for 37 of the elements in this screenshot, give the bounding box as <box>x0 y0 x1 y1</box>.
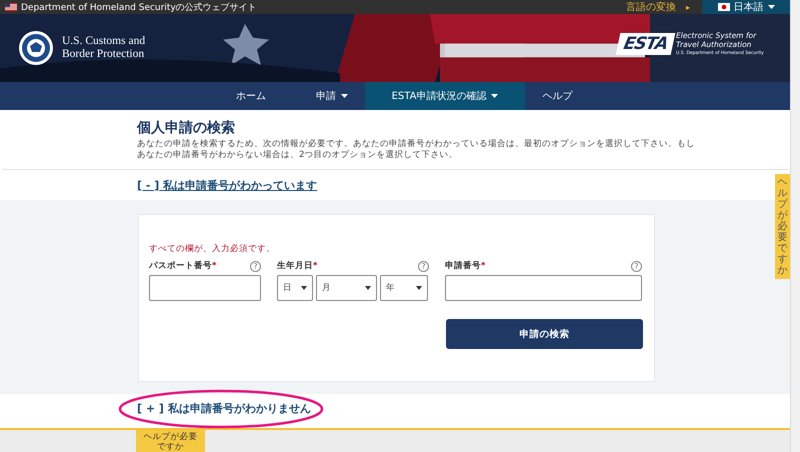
help-icon[interactable]: ? <box>418 260 429 272</box>
page-title: 個人申請の検索 <box>137 119 236 138</box>
seal-icon <box>18 30 54 66</box>
nav-item[interactable]: 申請 <box>299 82 365 110</box>
help-tab[interactable]: ヘルプが必要 ですか <box>136 430 205 452</box>
required-notice: すべての欄が、入力必須です。 <box>149 243 276 256</box>
text-field[interactable] <box>149 275 261 302</box>
caret-icon <box>416 286 422 290</box>
scrollbar[interactable] <box>790 0 800 452</box>
nav-item[interactable]: ホーム <box>203 82 299 110</box>
help-side-tab[interactable]: ヘルプが必要ですか <box>775 174 790 279</box>
language-button[interactable]: 日本語 <box>702 0 790 14</box>
nav-item[interactable]: ESTA申請状況の確認 <box>365 82 525 110</box>
field-label: 生年月日* <box>277 260 318 272</box>
text-field[interactable] <box>445 275 642 302</box>
field-label: 申請番号* <box>445 260 486 272</box>
flag-icon <box>718 3 730 11</box>
flag-icon <box>5 3 17 11</box>
arrow-glyph: ▸ <box>686 2 690 12</box>
help-icon[interactable]: ? <box>631 260 642 272</box>
nav-item[interactable]: ヘルプ <box>525 82 590 110</box>
date-select[interactable]: 年 <box>380 275 428 302</box>
agency-name: U.S. Customs and Border Protection <box>62 34 146 62</box>
caret-icon <box>301 286 307 290</box>
site-label: Department of Homeland Securityの公式ウェブサイト <box>21 2 257 14</box>
intro-text: あなたの申請を検索するため、次の情報が必要です。あなたの申請番号がわかっている場合は、最初のオプションを選択して下さい。もしあなたの申請番号がわからない場合は、2つ目のオプションを選択して下さい。 <box>137 139 696 162</box>
search-button[interactable]: 申請の検索 <box>446 319 643 350</box>
date-select[interactable]: 月 <box>316 275 377 302</box>
date-select[interactable]: 日 <box>277 275 313 302</box>
esta-logo: ESTA <box>615 33 676 56</box>
field-label: パスポート番号* <box>149 260 216 272</box>
section-toggle-link[interactable]: [ - ] 私は申請番号がわかっています <box>137 178 318 193</box>
help-icon[interactable]: ? <box>250 260 261 272</box>
caret-icon <box>365 286 371 290</box>
language-link[interactable]: 言語の変換 <box>626 0 676 14</box>
caret-icon <box>768 5 774 9</box>
section-toggle-link[interactable]: [ + ] 私は申請番号がわかりません <box>137 401 311 416</box>
